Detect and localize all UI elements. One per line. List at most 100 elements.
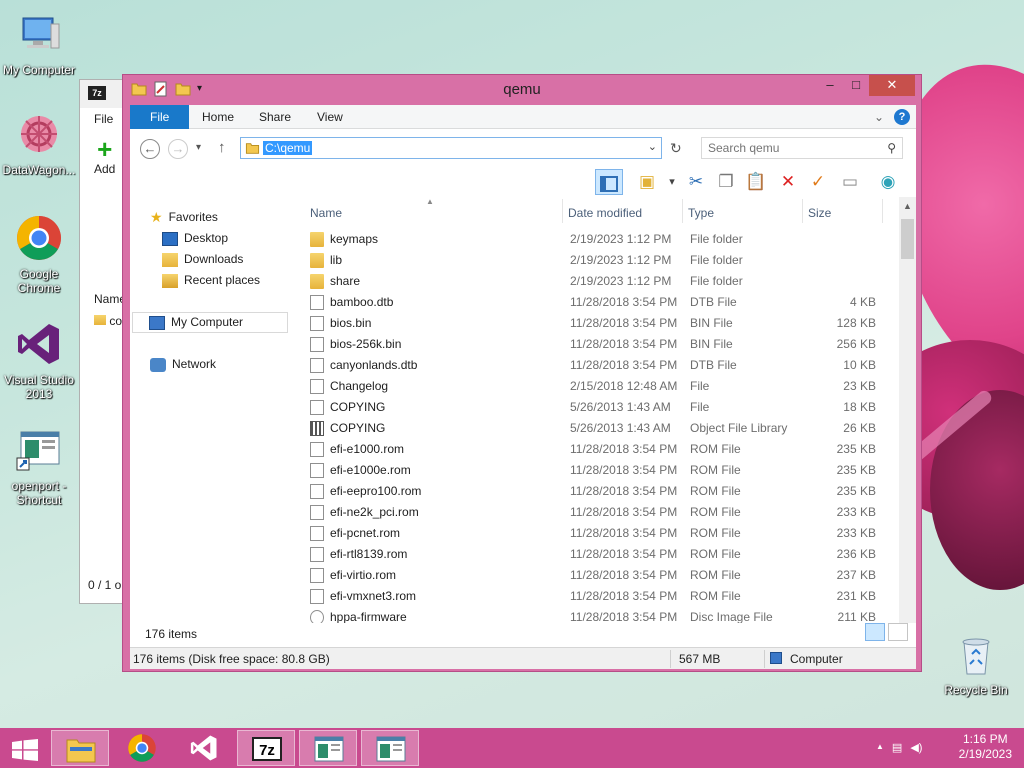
refresh-button[interactable]: ↻	[670, 140, 682, 157]
taskbar-file-explorer[interactable]	[51, 730, 109, 766]
taskbar-7zip[interactable]: 7z	[237, 730, 295, 766]
recent-locations-button[interactable]: ▾	[196, 142, 201, 153]
close-button[interactable]: ✕	[869, 75, 915, 96]
nav-favorites[interactable]: ★ Favorites	[150, 207, 218, 228]
column-header-date[interactable]: Date modified	[568, 203, 642, 223]
nav-network[interactable]: Network	[150, 354, 216, 375]
file-row[interactable]: bamboo.dtb 11/28/2018 3:54 PM DTB File 4 KB	[300, 292, 900, 313]
address-text[interactable]: C:\qemu	[263, 141, 313, 155]
file-row[interactable]: bios-256k.bin 11/28/2018 3:54 PM BIN File 2…	[300, 334, 900, 355]
tray-overflow-icon[interactable]: ▲	[876, 741, 884, 754]
desktop-icon-datawagon[interactable]: DataWagon...	[0, 110, 78, 177]
vertical-scrollbar[interactable]: ▲ ▼	[899, 197, 916, 645]
details-view-button[interactable]	[865, 623, 885, 641]
search-box[interactable]: ⚲	[701, 137, 903, 159]
network-tray-icon[interactable]: ▤	[892, 741, 902, 754]
preview-pane-button[interactable]	[595, 169, 623, 195]
search-input[interactable]	[708, 139, 878, 157]
file-row[interactable]: COPYING 5/26/2013 1:43 AM File 18 KB	[300, 397, 900, 418]
back-button[interactable]: ←	[140, 139, 160, 159]
address-dropdown-icon[interactable]: ⌄	[648, 140, 657, 153]
desktop-icon-recycle-bin[interactable]: Recycle Bin	[936, 630, 1016, 697]
clock-time: 1:16 PM	[962, 732, 1008, 746]
cut-icon[interactable]: ✂	[682, 169, 710, 195]
file-row[interactable]: efi-virtio.rom 11/28/2018 3:54 PM ROM File…	[300, 565, 900, 586]
desktop-icon-my-computer[interactable]: My Computer	[0, 10, 78, 77]
large-icons-view-button[interactable]	[888, 623, 908, 641]
folder-icon	[245, 143, 260, 154]
nav-downloads[interactable]: Downloads	[162, 249, 243, 270]
file-row[interactable]: keymaps 2/19/2023 1:12 PM File folder	[300, 229, 900, 250]
file-row[interactable]: COPYING 5/26/2013 1:43 AM Object File Libr…	[300, 418, 900, 439]
file-row[interactable]: efi-e1000.rom 11/28/2018 3:54 PM ROM File 2…	[300, 439, 900, 460]
copy-icon[interactable]: ❐	[712, 169, 740, 195]
nav-my-computer[interactable]: My Computer	[132, 312, 288, 333]
desktop-icon-chrome[interactable]: Google Chrome	[0, 214, 78, 295]
sevenzip-add-button[interactable]: + Add	[94, 136, 115, 176]
file-row[interactable]: efi-ne2k_pci.rom 11/28/2018 3:54 PM ROM Fi…	[300, 502, 900, 523]
file-type: ROM File	[690, 547, 741, 561]
ribbon-expand-icon[interactable]: ⌄	[874, 110, 884, 124]
file-row[interactable]: efi-e1000e.rom 11/28/2018 3:54 PM ROM File…	[300, 460, 900, 481]
taskbar-visual-studio[interactable]	[175, 730, 233, 766]
explorer-window[interactable]: ▾ qemu – □ ✕ File Home Share View ⌄ ? ← …	[122, 74, 922, 672]
file-type: ROM File	[690, 568, 741, 582]
rename-check-icon[interactable]: ✓	[804, 169, 832, 195]
up-button[interactable]: ↑	[218, 139, 226, 156]
column-header-type[interactable]: Type	[688, 203, 714, 223]
tab-home[interactable]: Home	[188, 105, 248, 129]
tab-view[interactable]: View	[303, 105, 357, 129]
plus-icon: +	[97, 134, 113, 164]
taskbar-chrome[interactable]	[113, 730, 171, 766]
file-size: 235 KB	[836, 442, 876, 456]
file-row[interactable]: efi-pcnet.rom 11/28/2018 3:54 PM ROM File 2…	[300, 523, 900, 544]
column-divider[interactable]	[682, 199, 683, 223]
file-row[interactable]: bios.bin 11/28/2018 3:54 PM BIN File 128 KB	[300, 313, 900, 334]
taskbar-openport-2[interactable]	[361, 730, 419, 766]
column-divider[interactable]	[562, 199, 563, 223]
tab-file[interactable]: File	[130, 105, 190, 129]
status-divider	[670, 650, 671, 668]
sevenzip-list-item[interactable]: co	[94, 314, 122, 328]
nav-recent-places[interactable]: Recent places	[162, 270, 260, 291]
tab-share[interactable]: Share	[245, 105, 305, 129]
maximize-button[interactable]: □	[843, 75, 869, 96]
column-header-size[interactable]: Size	[808, 203, 831, 223]
delete-icon[interactable]: ✕	[774, 169, 802, 195]
desktop-icon-visual-studio[interactable]: Visual Studio 2013	[0, 320, 78, 401]
forward-button[interactable]: →	[168, 139, 188, 159]
column-header-name[interactable]: Name	[310, 203, 342, 223]
file-row[interactable]: canyonlands.dtb 11/28/2018 3:54 PM DTB Fil…	[300, 355, 900, 376]
scroll-up-icon[interactable]: ▲	[899, 201, 916, 211]
file-row[interactable]: lib 2/19/2023 1:12 PM File folder	[300, 250, 900, 271]
help-icon[interactable]: ?	[894, 109, 910, 125]
clock[interactable]: 1:16 PM 2/19/2023	[959, 732, 1012, 762]
column-divider[interactable]	[802, 199, 803, 223]
content-area: ★ Favorites Desktop Downloads Recent pla…	[130, 197, 916, 645]
file-row[interactable]: Changelog 2/15/2018 12:48 AM File 23 KB	[300, 376, 900, 397]
file-row[interactable]: efi-eepro100.rom 11/28/2018 3:54 PM ROM Fi…	[300, 481, 900, 502]
windows-logo-icon	[12, 739, 38, 761]
file-row[interactable]: efi-vmxnet3.rom 11/28/2018 3:54 PM ROM Fil…	[300, 586, 900, 607]
file-row[interactable]: efi-rtl8139.rom 11/28/2018 3:54 PM ROM Fil…	[300, 544, 900, 565]
globe-icon[interactable]: ◉	[874, 169, 902, 195]
volume-icon[interactable]: ◀)	[910, 741, 922, 754]
system-tray: ▲ ▤ ◀)	[876, 741, 922, 754]
minimize-button[interactable]: –	[817, 75, 843, 96]
sevenzip-menu-file[interactable]: File	[94, 112, 113, 126]
scroll-thumb[interactable]	[901, 219, 914, 259]
column-divider[interactable]	[882, 199, 883, 223]
search-icon[interactable]: ⚲	[887, 141, 896, 155]
properties-icon[interactable]: ▭	[836, 169, 864, 195]
desktop-icon-openport[interactable]: openport - Shortcut	[0, 426, 78, 507]
nav-desktop[interactable]: Desktop	[162, 228, 228, 249]
paste-icon[interactable]: 📋	[742, 169, 770, 195]
start-button[interactable]	[0, 730, 48, 766]
file-row[interactable]: share 2/19/2023 1:12 PM File folder	[300, 271, 900, 292]
titlebar[interactable]: ▾ qemu – □ ✕	[123, 75, 921, 105]
taskbar-openport[interactable]	[299, 730, 357, 766]
new-folder-button[interactable]: ▣	[633, 169, 661, 195]
ribbon-tabs: File Home Share View ⌄ ?	[130, 105, 916, 129]
address-bar[interactable]: C:\qemu ⌄	[240, 137, 662, 159]
openport-icon	[376, 736, 406, 762]
